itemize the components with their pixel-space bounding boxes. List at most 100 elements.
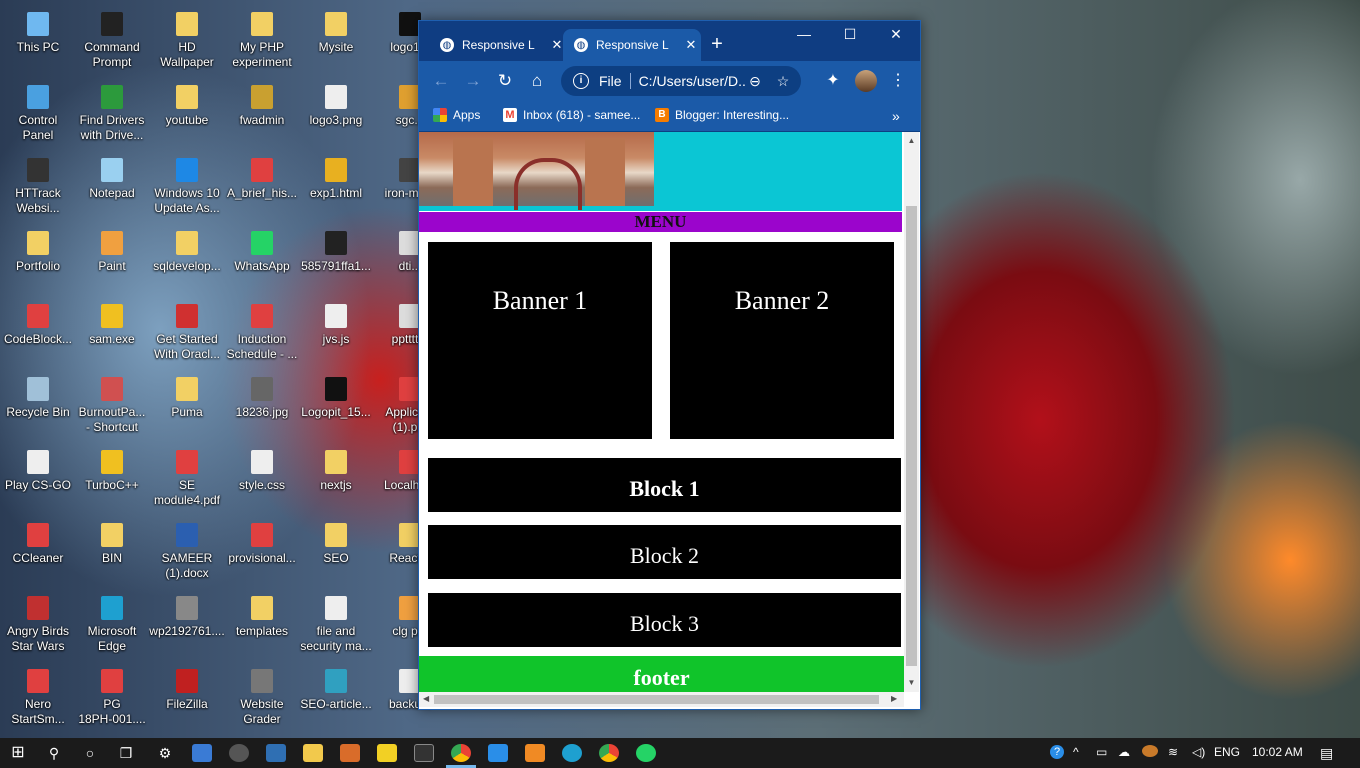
desktop-icon[interactable]: SEO-article... (298, 661, 374, 712)
desktop-icon[interactable]: SEO (298, 515, 374, 566)
file-explorer-icon[interactable] (303, 744, 323, 762)
tab-1[interactable]: ◍ Responsive L ✕ (429, 29, 567, 61)
zoom-icon[interactable]: ⊖ (745, 73, 765, 90)
desktop-icon[interactable]: Find Drivers with Drive... (74, 77, 150, 143)
desktop-icon[interactable]: Portfolio (0, 223, 76, 274)
desktop-icon[interactable]: Microsoft Edge (74, 588, 150, 654)
info-icon[interactable]: i (573, 73, 589, 89)
desktop-icon[interactable]: Notepad (74, 150, 150, 201)
onedrive-cloud-icon[interactable]: ☁ (1118, 745, 1130, 759)
desktop-icon[interactable]: Website Grader (224, 661, 300, 727)
horizontal-scrollbar[interactable]: ◀ ▶ (419, 692, 904, 707)
desktop-icon[interactable]: TurboC++ (74, 442, 150, 493)
desktop-icon[interactable]: SAMEER (1).docx (149, 515, 225, 581)
desktop-icon[interactable]: PG 18PH-001.... (74, 661, 150, 727)
desktop-icon[interactable]: exp1.html (298, 150, 374, 201)
extensions-icon[interactable]: ✦ (822, 70, 844, 90)
desktop-icon[interactable]: SE module4.pdf (149, 442, 225, 508)
desktop-icon[interactable]: CCleaner (0, 515, 76, 566)
tab-2-active[interactable]: ◍ Responsive L ✕ (563, 29, 701, 61)
clock[interactable]: 10:02 AM (1252, 745, 1303, 759)
desktop-icon[interactable]: Logopit_15... (298, 369, 374, 420)
language-indicator[interactable]: ENG (1214, 745, 1240, 759)
desktop-icon[interactable]: nextjs (298, 442, 374, 493)
desktop-icon[interactable]: provisional... (224, 515, 300, 566)
desktop-icon[interactable]: Windows 10 Update As... (149, 150, 225, 216)
scroll-right-arrow-icon[interactable]: ▶ (891, 694, 897, 703)
desktop-icon[interactable]: Paint (74, 223, 150, 274)
home-button[interactable]: ⌂ (525, 70, 549, 92)
desktop-icon[interactable]: Recycle Bin (0, 369, 76, 420)
desktop-icon[interactable]: HTTrack Websi... (0, 150, 76, 216)
minimize-button[interactable]: — (789, 26, 819, 42)
sticky-notes-icon[interactable] (377, 744, 397, 762)
profile-avatar[interactable] (855, 70, 877, 92)
scroll-down-arrow-icon[interactable]: ▼ (904, 678, 919, 687)
desktop-icon[interactable]: A_brief_his... (224, 150, 300, 201)
scroll-thumb[interactable] (906, 206, 917, 666)
bookmark-apps[interactable]: Apps (433, 108, 480, 122)
star-icon[interactable]: ☆ (773, 73, 793, 90)
maximize-button[interactable]: ☐ (835, 26, 865, 43)
desktop-icon[interactable]: FileZilla (149, 661, 225, 712)
notifications-icon[interactable]: ▤ (1320, 745, 1333, 762)
codeblocks-icon[interactable] (340, 744, 360, 762)
vscode-icon[interactable] (488, 744, 508, 762)
menu-icon[interactable]: ⋮ (887, 70, 909, 90)
scroll-thumb[interactable] (434, 695, 879, 704)
chevron-up-icon[interactable]: ^ (1073, 745, 1079, 759)
desktop-icon[interactable]: style.css (224, 442, 300, 493)
edge-icon[interactable] (562, 744, 582, 762)
desktop-icon[interactable]: Mysite (298, 4, 374, 55)
desktop-icon[interactable]: Nero StartSm... (0, 661, 76, 727)
windows-start-icon[interactable]: ⊞ (8, 744, 28, 762)
desktop-icon[interactable]: sam.exe (74, 296, 150, 347)
desktop-icon[interactable]: Get Started With Oracl... (149, 296, 225, 362)
desktop-icon[interactable]: 18236.jpg (224, 369, 300, 420)
desktop-icon[interactable]: sqldevelop... (149, 223, 225, 274)
tab-close-icon[interactable]: ✕ (681, 37, 701, 53)
url-text[interactable]: C:/Users/user/D... (639, 73, 745, 89)
chrome-icon[interactable] (599, 744, 619, 762)
bookmark-blogger[interactable]: B Blogger: Interesting... (655, 108, 789, 122)
settings-gear-icon[interactable]: ⚙ (155, 744, 175, 762)
desktop-icon[interactable]: CodeBlock... (0, 296, 76, 347)
vertical-scrollbar[interactable]: ▲ ▼ (904, 132, 919, 692)
media-player-icon[interactable] (229, 744, 249, 762)
desktop-icon[interactable]: youtube (149, 77, 225, 128)
new-tab-button[interactable]: + (707, 33, 727, 56)
back-button[interactable]: ← (429, 70, 453, 92)
task-view-icon[interactable]: ❐ (116, 744, 136, 762)
desktop-icon[interactable]: wp2192761.... (149, 588, 225, 639)
desktop-icon[interactable]: fwadmin (224, 77, 300, 128)
desktop-icon[interactable]: BIN (74, 515, 150, 566)
desktop-icon[interactable]: Command Prompt (74, 4, 150, 70)
desktop-icon[interactable]: BurnoutPa... - Shortcut (74, 369, 150, 435)
desktop-icon[interactable]: My PHP experiment (224, 4, 300, 70)
desktop-icon[interactable]: Control Panel (0, 77, 76, 143)
desktop-icon[interactable]: templates (224, 588, 300, 639)
bookmark-inbox[interactable]: M Inbox (618) - samee... (503, 108, 640, 122)
help-icon[interactable]: ? (1050, 745, 1064, 759)
search-icon[interactable]: ⚲ (44, 744, 64, 762)
close-button[interactable]: ✕ (881, 26, 911, 43)
scroll-up-arrow-icon[interactable]: ▲ (904, 136, 919, 145)
menu-bar[interactable]: MENU (419, 212, 902, 232)
desktop-icon[interactable]: 585791ffa1... (298, 223, 374, 274)
desktop-icon[interactable]: HD Wallpaper (149, 4, 225, 70)
desktop-icon[interactable]: WhatsApp (224, 223, 300, 274)
wifi-icon[interactable]: ≋ (1168, 745, 1178, 759)
address-bar[interactable]: i File C:/Users/user/D... ⊖ ☆ (561, 66, 801, 96)
desktop-icon[interactable]: Induction Schedule - ... (224, 296, 300, 362)
command-prompt-icon[interactable] (414, 744, 434, 762)
app-icon[interactable] (266, 744, 286, 762)
chrome-icon[interactable] (451, 744, 471, 762)
cortana-icon[interactable]: ○ (80, 744, 100, 762)
desktop-icon[interactable]: Play CS-GO (0, 442, 76, 493)
sublime-icon[interactable] (525, 744, 545, 762)
forward-button[interactable]: → (461, 70, 485, 92)
bookmarks-overflow-button[interactable]: » (892, 108, 900, 124)
scroll-left-arrow-icon[interactable]: ◀ (423, 694, 429, 703)
desktop-icon[interactable]: file and security ma... (298, 588, 374, 654)
desktop-icon[interactable]: logo3.png (298, 77, 374, 128)
